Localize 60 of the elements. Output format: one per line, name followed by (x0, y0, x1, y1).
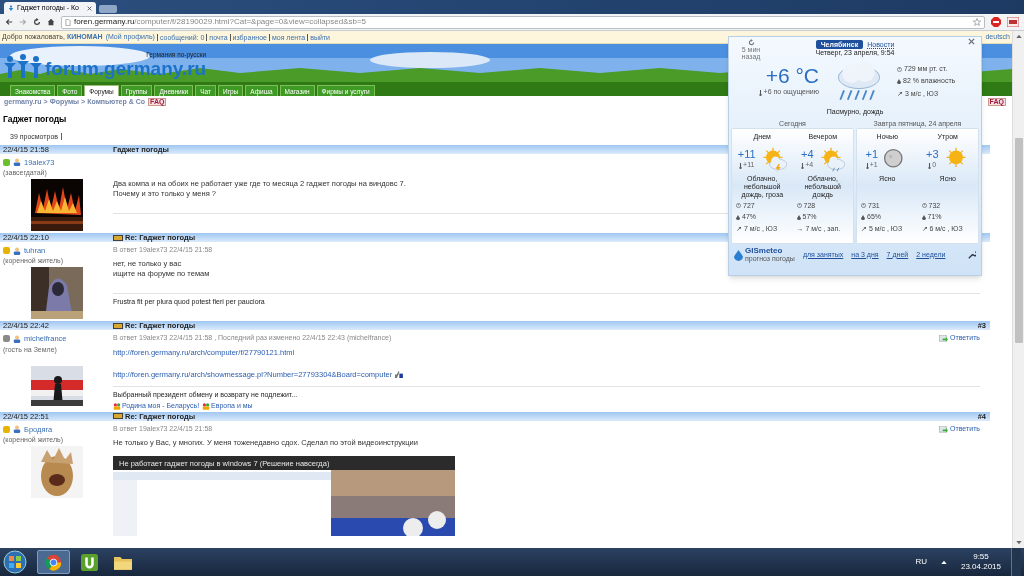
people-icon (113, 403, 121, 410)
user-icon (13, 334, 21, 343)
settings-icon[interactable] (968, 251, 976, 259)
pressure-icon (921, 203, 927, 209)
close-icon (968, 38, 975, 45)
humidity-icon (861, 214, 865, 220)
site-favicon-icon (8, 5, 14, 11)
show-desktop-button[interactable] (1011, 548, 1021, 576)
scroll-down-icon[interactable] (1015, 541, 1022, 545)
pressure-icon (897, 66, 902, 72)
period-temperature: +11 (737, 148, 756, 161)
logo-icon (3, 54, 43, 78)
page-icon (65, 18, 71, 26)
scroll-up-icon[interactable] (1015, 34, 1022, 38)
period-temperature: +4 (800, 148, 814, 161)
people-icon (202, 403, 211, 410)
reply-icon (939, 425, 949, 433)
torrent-icon (80, 553, 98, 571)
url-path: /computer/f/28190029.html?Cat=&page=0&view=collapsed&sb=5 (134, 16, 367, 28)
period-temperature: +3 (925, 148, 939, 161)
period-temperature: +1 (865, 148, 878, 161)
thermometer-icon (801, 162, 805, 169)
scrollbar[interactable] (1012, 31, 1024, 548)
user-icon (13, 246, 21, 255)
home-icon[interactable] (47, 18, 55, 26)
refresh-icon[interactable] (747, 39, 755, 46)
thermometer-icon (928, 162, 932, 169)
reply-icon (939, 335, 949, 342)
url-host: foren.germany.ru (74, 16, 135, 28)
scrollbar-thumb[interactable] (1014, 138, 1023, 343)
browser-icon (45, 553, 62, 571)
pressure-icon (861, 203, 866, 209)
humidity-icon (796, 214, 801, 220)
pressure-icon (796, 203, 802, 209)
close-icon[interactable] (87, 5, 92, 11)
thread-title: Гаджет погоды (2, 113, 68, 126)
folder-icon (114, 554, 132, 570)
brand-name: GISmeteo (745, 247, 784, 255)
gismeteo-logo-icon (734, 249, 743, 261)
user-icon (13, 425, 21, 434)
thermometer-icon (865, 162, 869, 169)
extension-icon[interactable] (1007, 17, 1019, 27)
extension-icon[interactable] (991, 17, 1001, 27)
current-temperature: +6 °C (765, 65, 819, 88)
humidity-icon (897, 79, 901, 84)
user-icon (13, 158, 21, 167)
thermometer-icon (739, 162, 743, 169)
humidity-icon (921, 214, 926, 220)
star-icon[interactable] (973, 18, 981, 26)
tray-expand-icon[interactable] (940, 560, 947, 564)
reload-icon[interactable] (33, 18, 41, 26)
address-field[interactable]: foren.germany.ru/computer/f/28190029.html?Cat=&page=0&view=collapsed&sb=5 (61, 15, 985, 29)
input-language[interactable]: RU (915, 556, 927, 568)
pressure-icon (736, 203, 741, 209)
clock-time[interactable]: 9:55 (973, 552, 989, 562)
back-icon[interactable] (5, 18, 13, 26)
start-button-icon[interactable] (3, 550, 27, 574)
humidity-icon (736, 214, 740, 220)
thermometer-icon (758, 89, 762, 96)
clock-date[interactable]: 23.04.2015 (960, 562, 1001, 572)
